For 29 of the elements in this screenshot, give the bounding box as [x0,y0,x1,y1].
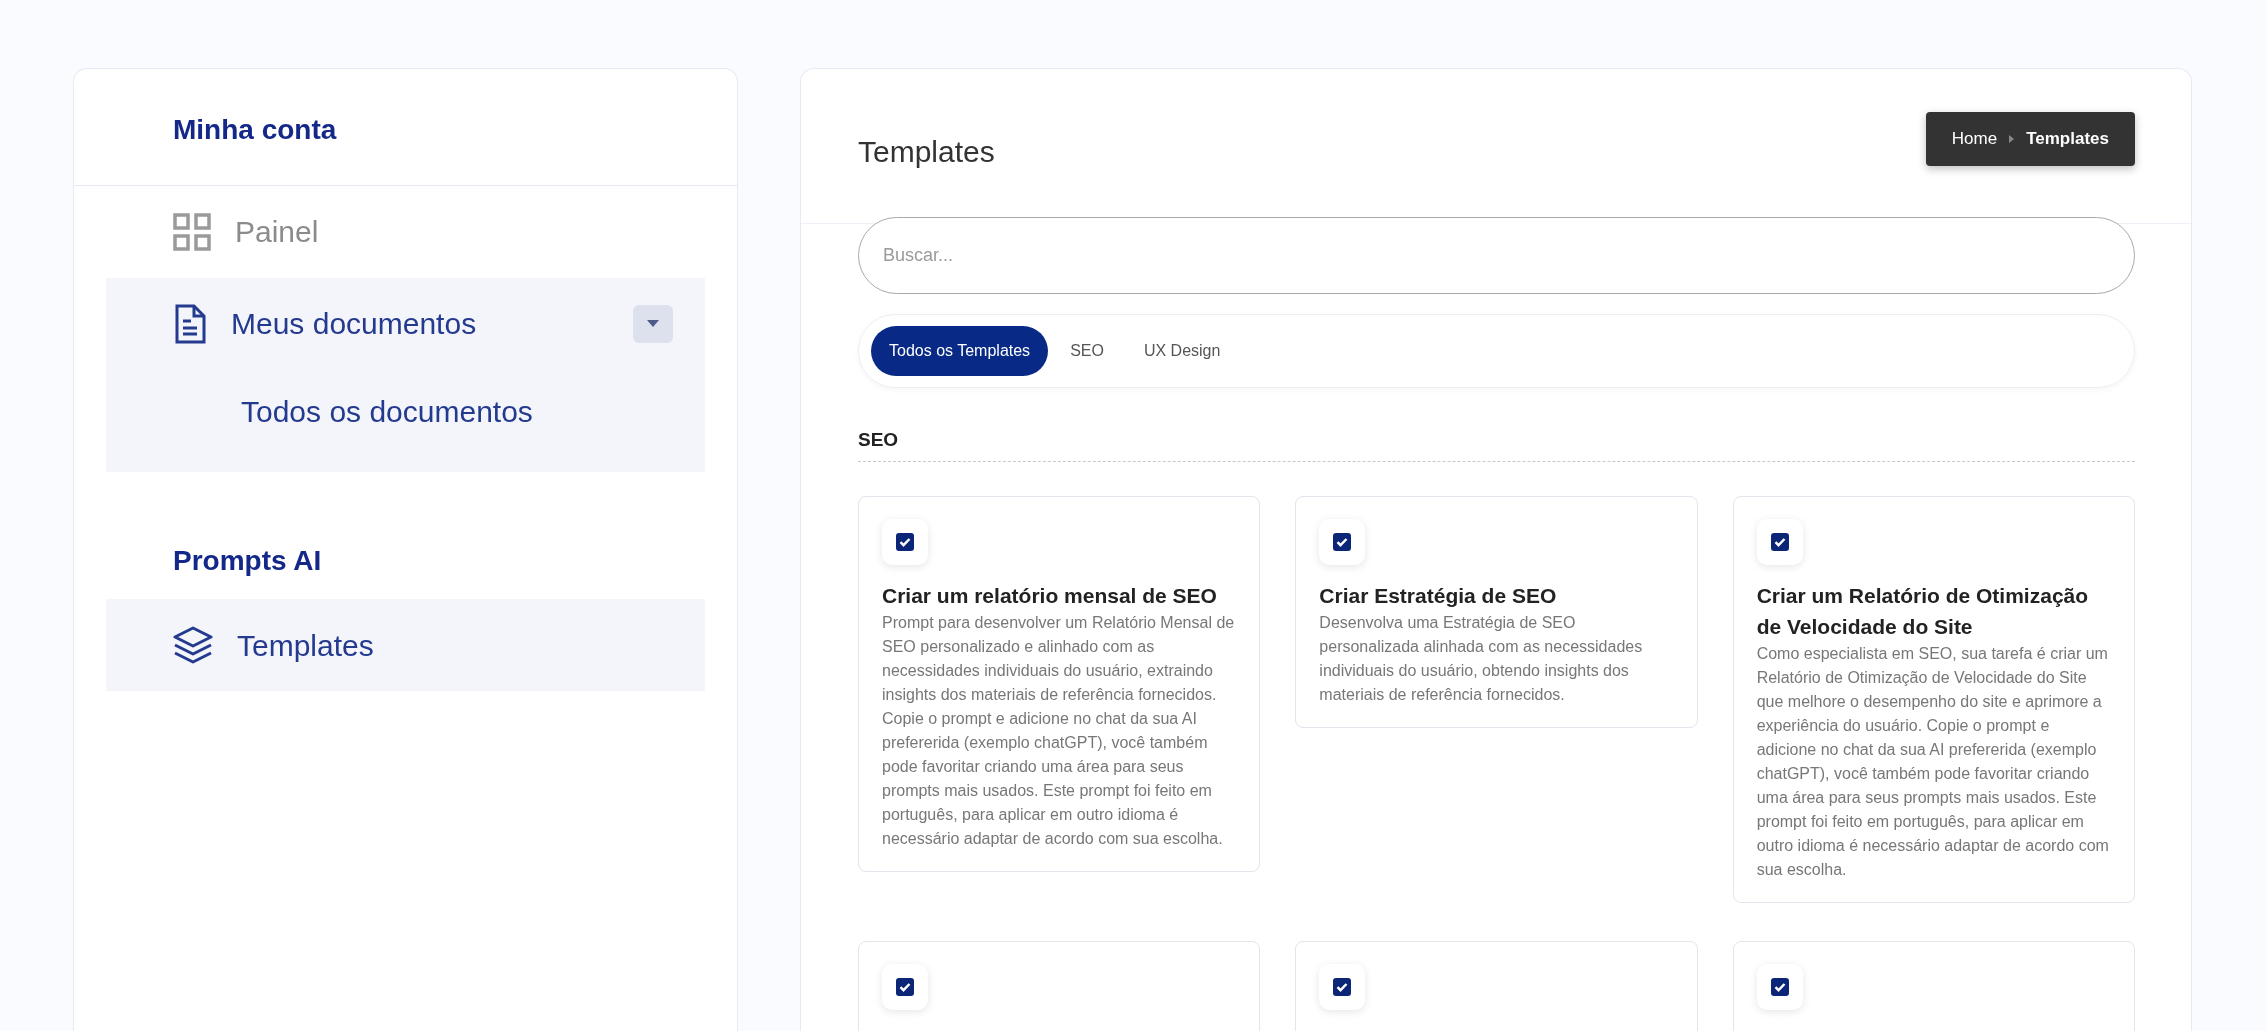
section-title: SEO [858,426,2135,462]
checkbox[interactable] [1333,977,1352,996]
expand-button[interactable] [633,304,673,343]
section-heading: Minha conta [172,113,338,147]
filter-tab[interactable]: UX Design [1125,326,1239,376]
document-icon [173,303,207,344]
card-title: Criar um Relatório de Otimização de Velocidade do Site [1756,582,2090,640]
chevron-icon [2009,134,2015,143]
card-title: Criar um relatório mensal de SEO [882,582,1218,609]
breadcrumb-link[interactable]: Home [1951,126,1998,152]
search-field[interactable]: Buscar... [858,217,2135,294]
layers-icon [173,626,213,665]
card-description: Desenvolva uma Estratégia de SEO personalizada alinhada com as necessidades individuais do usuário, obtendo insights dos materiais de referência fornecidos. [1319,612,1644,705]
submenu-item[interactable]: Todos os documentos [106,391,705,432]
card-description: Prompt para desenvolver um Relatório Mensal de SEO personalizado e alinhado com as necessidades individuais do usuário, extraindo insights dos materiais de referência fornecidos. Copie o prompt e adicione no chat da sua AI prefererida (exemplo chatGPT), você também pode favoritar criando uma área para seus prompts mais usados. Este prompt foi feito em português, para aplicar em outro idioma é necessário adaptar de acordo com sua escolha. [882,612,1236,849]
sidebar-item[interactable]: Templates [106,599,705,692]
checkbox[interactable] [1333,532,1352,551]
filter-tab[interactable]: SEO [1052,326,1122,376]
section-heading: Prompts AI [172,543,323,578]
checkbox[interactable] [896,977,914,996]
grid-icon [173,212,211,251]
checkbox[interactable] [896,532,914,551]
page-title: Templates [858,134,995,170]
filter-tab[interactable]: Todos os Templates [871,326,1049,376]
card-title: Criar Estratégia de SEO [1319,582,1558,609]
caret-icon [647,320,659,328]
card-description: Como especialista em SEO, sua tarefa é criar um Relatório de Otimização de Velocidade do Site que melhore o desempenho do site e aprimore a experiência do usuário. Copie o prompt e adicione no chat da sua AI prefererida (exemplo chatGPT), você também pode favoritar criando uma área para seus prompts mais usados. Este prompt foi feito em português, para aplicar em outro idioma é necessário adaptar de acordo com sua escolha. [1756,643,2110,880]
checkbox[interactable] [1770,977,1789,996]
checkbox[interactable] [1770,532,1789,551]
